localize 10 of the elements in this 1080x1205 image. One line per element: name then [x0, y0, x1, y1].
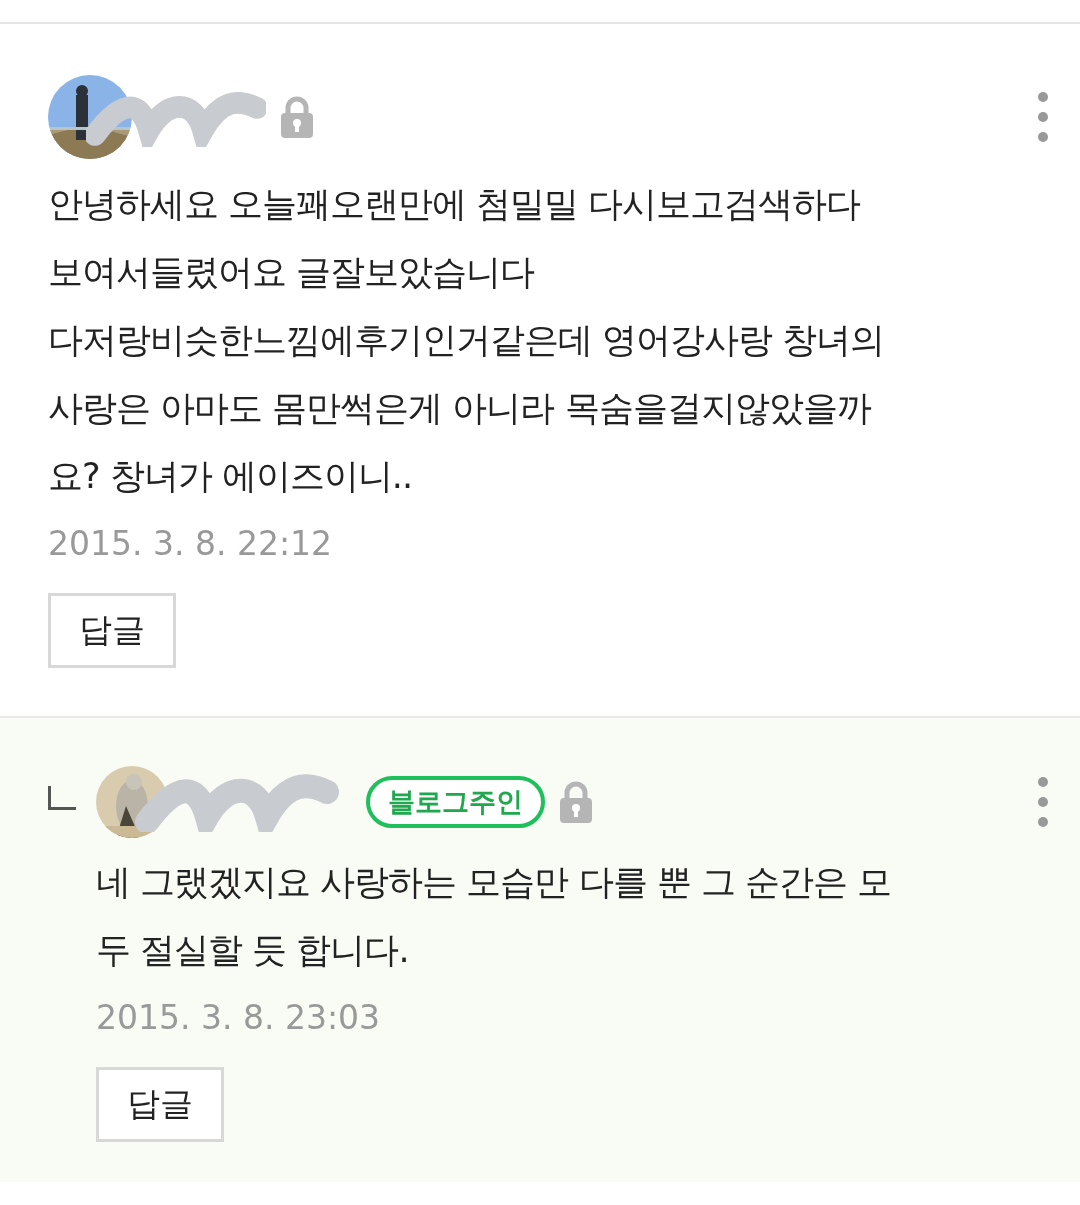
more-options-icon[interactable]	[1036, 776, 1050, 828]
comment-date: 2015. 3. 8. 23:03	[96, 998, 381, 1037]
reply-indent-icon	[48, 786, 76, 810]
comment-text: 안녕하세요 오늘꽤오랜만에 첨밀밀 다시보고검색하다 보여서들렸어요 글잘보았습니다 다저랑비슷한느낌에후기인거같은데 영어강사랑 창녀의 사랑은 아마도 몸만썩은게 아니라 목숨을걸지않았을까 요? 창녀가 에이즈이니..	[48, 183, 886, 498]
comment-date: 2015. 3. 8. 22:12	[48, 524, 333, 563]
reply-button[interactable]: 답글	[48, 593, 176, 668]
owner-badge: 블로그주인	[366, 776, 545, 828]
comment-text: 네 그랬겠지요 사랑하는 모습만 다를 뿐 그 순간은 모 두 절실할 듯 합니다.	[96, 861, 892, 972]
reply-button[interactable]: 답글	[96, 1067, 224, 1142]
more-options-icon[interactable]	[1036, 91, 1050, 143]
